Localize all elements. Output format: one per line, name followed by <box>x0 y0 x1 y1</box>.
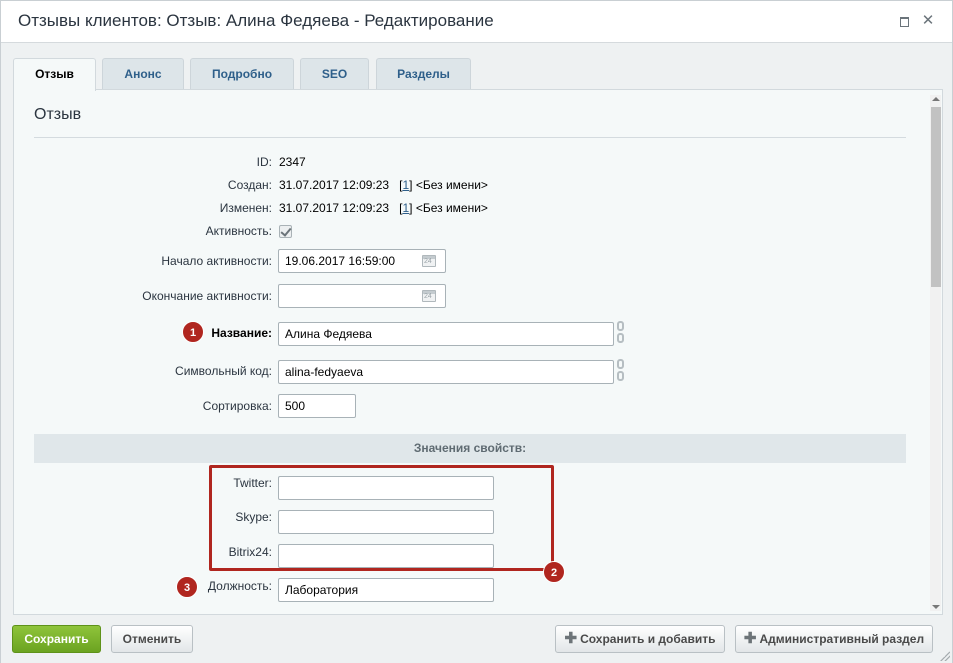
tab-review[interactable]: Отзыв <box>13 58 96 91</box>
footer-bar: Сохранить Отменить ✚ Сохранить и добавить… <box>1 616 952 663</box>
save-and-add-button[interactable]: ✚ Сохранить и добавить <box>555 625 725 653</box>
skype-input[interactable] <box>278 510 494 534</box>
tab-seo[interactable]: SEO <box>300 58 369 90</box>
name-label: Название: <box>211 326 272 340</box>
admin-section-button[interactable]: ✚ Административный раздел <box>735 625 933 653</box>
created-label: Создан: <box>227 178 272 192</box>
name-input[interactable] <box>278 322 614 346</box>
title-bar: Отзывы клиентов: Отзыв: Алина Федяева - … <box>1 1 952 43</box>
sort-input[interactable] <box>278 394 356 418</box>
close-icon[interactable]: ✕ <box>921 13 935 28</box>
save-button[interactable]: Сохранить <box>12 625 101 653</box>
properties-header: Значения свойств: <box>34 434 906 463</box>
active-label: Активность: <box>205 224 272 238</box>
dialog-title: Отзывы клиентов: Отзыв: Алина Федяева - … <box>18 11 494 30</box>
resize-grip-icon[interactable] <box>940 651 950 661</box>
modified-value: 31.07.2017 12:09:23 [1] <Без имени> <box>279 201 488 215</box>
modified-user: <Без имени> <box>415 201 488 215</box>
row-code: Символьный код: <box>14 359 914 385</box>
sort-label: Сортировка: <box>202 399 272 413</box>
id-label: ID: <box>256 155 272 169</box>
plus-icon: ✚ <box>743 630 757 647</box>
section-title: Отзыв <box>34 106 82 123</box>
marker-1: 1 <box>182 321 204 343</box>
marker-3: 3 <box>176 576 198 598</box>
cancel-button[interactable]: Отменить <box>111 625 193 653</box>
active-from-input[interactable] <box>278 249 446 273</box>
edit-dialog: Отзывы клиентов: Отзыв: Алина Федяева - … <box>0 0 953 663</box>
scrollbar[interactable] <box>930 95 941 611</box>
tab-sections[interactable]: Разделы <box>376 58 471 90</box>
modified-user-link[interactable]: 1 <box>402 201 409 215</box>
active-to-input[interactable] <box>278 284 446 308</box>
modified-date: 31.07.2017 12:09:23 <box>279 201 390 215</box>
active-checkbox[interactable] <box>279 225 292 238</box>
code-input[interactable] <box>278 360 614 384</box>
twitter-label: Twitter: <box>233 476 272 490</box>
active-to-label: Окончание активности: <box>142 289 272 303</box>
row-active-to: Окончание активности: <box>14 284 914 310</box>
chain-link-icon[interactable] <box>617 321 625 349</box>
scroll-down-icon[interactable] <box>932 605 940 609</box>
position-input[interactable] <box>278 578 494 602</box>
created-user: <Без имени> <box>415 178 488 192</box>
save-and-add-label: Сохранить и добавить <box>580 632 716 646</box>
calendar-icon[interactable] <box>422 290 436 302</box>
code-label: Символьный код: <box>175 364 272 378</box>
chain-link-icon[interactable] <box>617 359 625 387</box>
row-twitter: Twitter: <box>14 471 914 500</box>
modified-label: Изменен: <box>219 201 272 215</box>
row-sort: Сортировка: <box>14 394 914 420</box>
row-active-from: Начало активности: <box>14 249 914 275</box>
created-value: 31.07.2017 12:09:23 [1] <Без имени> <box>279 178 488 192</box>
admin-section-label: Административный раздел <box>759 632 925 646</box>
row-bitrix24: Bitrix24: <box>14 540 914 568</box>
maximize-icon[interactable] <box>897 14 911 28</box>
bitrix24-input[interactable] <box>278 544 494 568</box>
created-date: 31.07.2017 12:09:23 <box>279 178 390 192</box>
form-panel: Отзыв ID: 2347 Создан: 31.07.2017 12:09:… <box>13 89 943 615</box>
tab-announce[interactable]: Анонс <box>102 58 184 90</box>
row-skype: Skype: <box>14 505 914 534</box>
skype-label: Skype: <box>235 510 272 524</box>
row-position: 3 Должность: <box>14 574 914 602</box>
plus-icon: ✚ <box>564 630 578 647</box>
active-from-label: Начало активности: <box>161 254 272 268</box>
scroll-thumb[interactable] <box>931 107 941 287</box>
id-value: 2347 <box>279 155 306 169</box>
created-user-link[interactable]: 1 <box>402 178 409 192</box>
position-label: Должность: <box>207 579 272 593</box>
twitter-input[interactable] <box>278 476 494 500</box>
scroll-up-icon[interactable] <box>932 97 940 101</box>
tab-details[interactable]: Подробно <box>190 58 294 90</box>
section-divider <box>34 137 906 138</box>
bitrix24-label: Bitrix24: <box>228 545 272 559</box>
row-name: 1 Название: <box>14 321 914 347</box>
row-active: Активность: <box>14 219 914 245</box>
calendar-icon[interactable] <box>422 255 436 267</box>
